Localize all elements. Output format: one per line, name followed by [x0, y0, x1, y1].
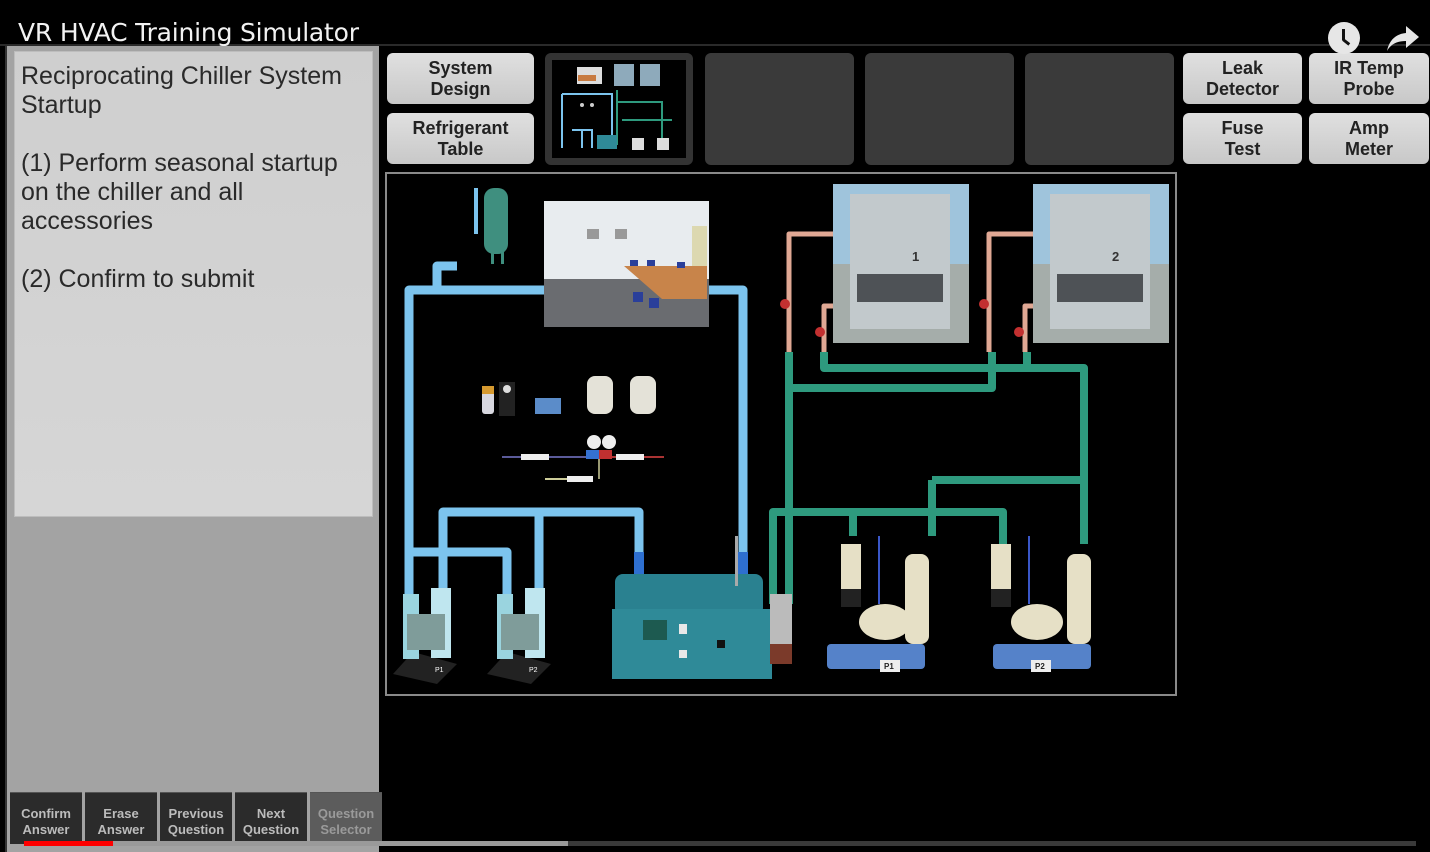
cooling-tower-label: 1: [912, 249, 919, 264]
condenser-water-pump-2: P2: [991, 536, 1091, 672]
pump-label: P2: [529, 667, 538, 674]
system-thumbnail-active[interactable]: [545, 53, 693, 165]
video-title[interactable]: VR HVAC Training Simulator: [18, 18, 359, 47]
conditioned-space-image: [544, 201, 709, 327]
leak-detector-button[interactable]: Leak Detector: [1183, 53, 1302, 104]
manifold-gauge-set: [502, 435, 664, 482]
amp-meter-button[interactable]: Amp Meter: [1309, 113, 1429, 164]
pump-label: P1: [884, 662, 894, 671]
button-label: Question: [167, 822, 225, 837]
watch-later-icon[interactable]: [1328, 22, 1360, 54]
refrigerant-table-button[interactable]: Refrigerant Table: [387, 113, 534, 164]
button-label: Answer: [97, 822, 145, 837]
pump-label: P1: [435, 667, 444, 674]
button-label: IR Temp: [1334, 57, 1404, 78]
question-selector-button[interactable]: Question Selector: [310, 792, 382, 844]
empty-thumbnail-slot: [1025, 53, 1174, 165]
question-step-1: (1) Perform seasonal startup on the chil…: [21, 149, 338, 235]
button-label: Confirm: [21, 806, 71, 821]
button-label: Answer: [22, 822, 70, 837]
cooling-tower-label: 2: [1112, 249, 1119, 264]
next-question-button[interactable]: Next Question: [235, 792, 307, 844]
button-label: Question: [317, 806, 375, 821]
fuse-test-button[interactable]: Fuse Test: [1183, 113, 1302, 164]
button-label: Probe: [1343, 78, 1395, 99]
button-label: Selector: [320, 822, 372, 837]
chilled-water-pump-1: P1: [393, 588, 457, 684]
cooling-tower-2: 2: [1033, 184, 1169, 343]
button-label: Meter: [1344, 138, 1393, 159]
accessory-equipment: [482, 376, 664, 482]
button-label: Leak: [1221, 57, 1264, 78]
button-label: Detector: [1205, 78, 1280, 99]
button-label: Erase: [103, 806, 139, 821]
ir-temp-probe-button[interactable]: IR Temp Probe: [1309, 53, 1429, 104]
question-panel: Reciprocating Chiller System Startup (1)…: [5, 46, 382, 852]
empty-thumbnail-slot: [705, 53, 854, 165]
button-label: Table: [437, 138, 484, 159]
question-step-2: (2) Confirm to submit: [21, 265, 255, 293]
confirm-answer-button[interactable]: Confirm Answer: [10, 792, 82, 844]
cooling-tower-1: 1: [833, 184, 969, 343]
button-label: Question: [242, 822, 300, 837]
button-label: Test: [1224, 138, 1261, 159]
pump-label: P2: [1035, 662, 1045, 671]
system-design-button[interactable]: System Design: [387, 53, 534, 104]
question-box: Reciprocating Chiller System Startup (1)…: [14, 51, 373, 517]
empty-thumbnail-slot: [865, 53, 1014, 165]
button-label: Previous: [168, 806, 224, 821]
system-thumbnail-image: [552, 60, 686, 158]
button-label: Design: [430, 78, 491, 99]
previous-question-button[interactable]: Previous Question: [160, 792, 232, 844]
condenser-water-pump-1: P1: [827, 536, 929, 672]
button-label: Amp: [1349, 117, 1389, 138]
expansion-tank: [474, 188, 508, 264]
erase-answer-button[interactable]: Erase Answer: [85, 792, 157, 844]
question-nav-buttons: Confirm Answer Erase Answer Previous Que…: [10, 792, 382, 844]
system-diagram: 1 2 P1 P2 P1 P2: [385, 172, 1177, 696]
video-progress-bar[interactable]: [24, 841, 1416, 846]
question-title: Reciprocating Chiller System Startup: [21, 62, 342, 119]
button-label: Next: [256, 806, 286, 821]
progress-played: [24, 841, 114, 846]
share-icon[interactable]: [1386, 23, 1420, 53]
chilled-water-pump-2: P2: [487, 588, 551, 684]
button-label: Refrigerant: [412, 117, 509, 138]
button-label: System: [428, 57, 493, 78]
video-overlay-icons: [1328, 22, 1420, 54]
button-label: Fuse: [1221, 117, 1264, 138]
